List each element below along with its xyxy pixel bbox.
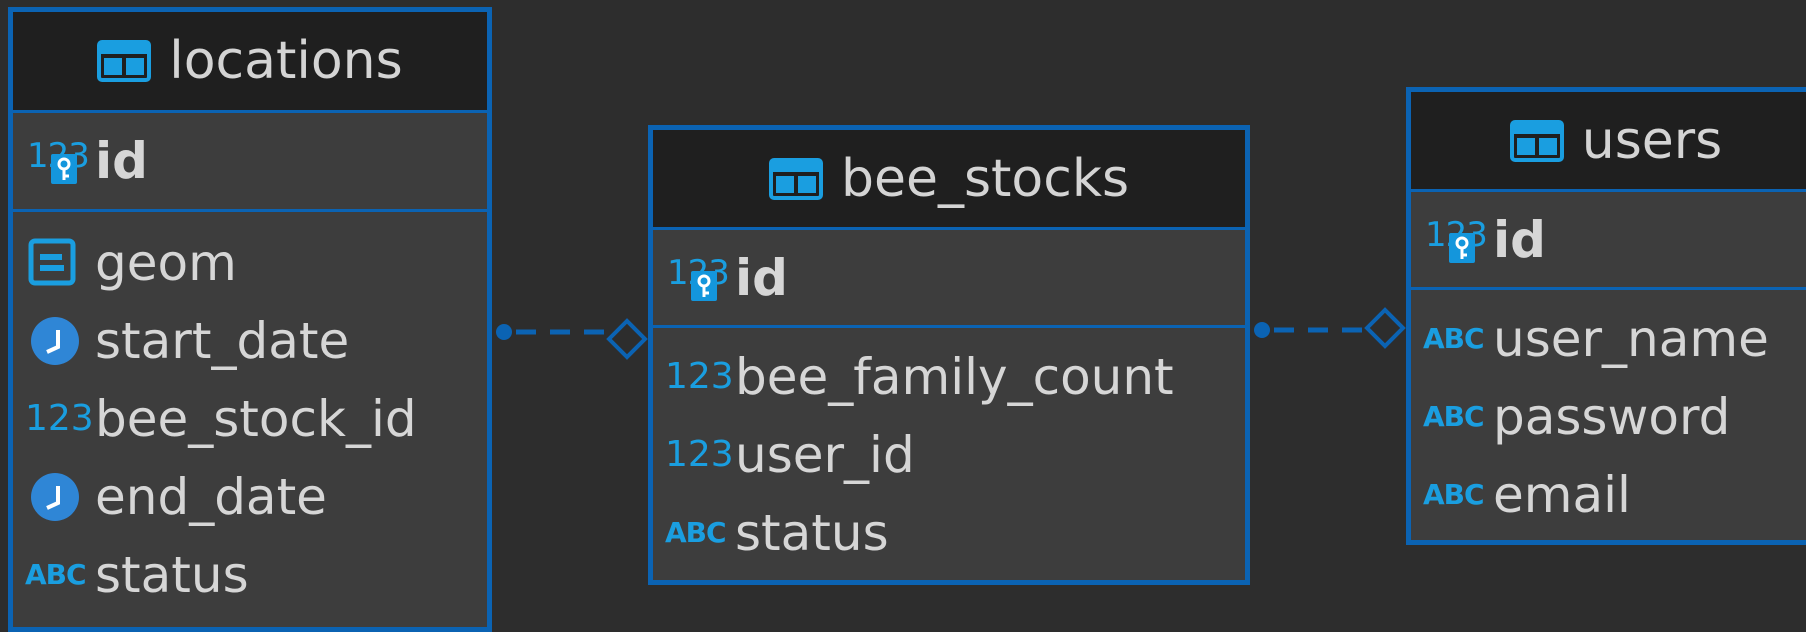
field-name: end_date — [95, 468, 327, 526]
clock-icon — [25, 316, 93, 366]
column-row[interactable]: end_date — [13, 458, 487, 536]
geometry-icon — [25, 238, 93, 288]
column-row[interactable]: 123 bee_family_count — [653, 338, 1245, 416]
column-row[interactable]: 123 bee_stock_id — [13, 380, 487, 458]
field-name: bee_stock_id — [95, 390, 417, 448]
relation-source-dot — [496, 324, 512, 340]
text-icon: ABC — [665, 516, 727, 549]
field-name: user_id — [735, 426, 915, 484]
field-name: id — [95, 132, 148, 190]
column-row[interactable]: 123 user_id — [653, 416, 1245, 494]
column-row[interactable]: ABC status — [13, 536, 487, 614]
entity-title: bee_stocks — [840, 148, 1130, 209]
field-name: start_date — [95, 312, 350, 370]
column-row[interactable]: ABC password — [1411, 378, 1806, 456]
text-icon: ABC — [1423, 478, 1485, 511]
field-name: bee_family_count — [735, 348, 1174, 406]
field-name: user_name — [1493, 310, 1769, 368]
entity-header: users — [1411, 92, 1806, 192]
field-name: status — [95, 546, 249, 604]
entity-header: locations — [13, 12, 487, 113]
field-name: id — [1493, 210, 1546, 269]
field-name: email — [1493, 466, 1631, 524]
numeric-key-icon: 123 — [665, 253, 733, 303]
text-icon: ABC — [25, 558, 87, 591]
field-name: status — [735, 504, 889, 562]
table-icon — [1509, 119, 1564, 162]
primary-key-row[interactable]: 123 id — [1411, 192, 1806, 290]
entity-header: bee_stocks — [653, 130, 1245, 230]
field-name: id — [735, 248, 788, 307]
entity-locations[interactable]: locations 123 id geom start_date 123 bee… — [8, 7, 492, 632]
column-row[interactable]: geom — [13, 224, 487, 302]
entity-title: locations — [169, 31, 403, 91]
table-icon — [768, 157, 823, 200]
column-row[interactable]: ABC user_name — [1411, 300, 1806, 378]
field-name: geom — [95, 234, 237, 292]
relation-locations-bee-stocks[interactable] — [496, 318, 648, 360]
clock-icon — [25, 472, 93, 522]
numeric-key-icon: 123 — [1423, 215, 1491, 265]
numeric-icon: 123 — [25, 398, 94, 439]
column-row[interactable]: start_date — [13, 302, 487, 380]
entity-users[interactable]: users 123 id ABC user_name ABC password … — [1406, 87, 1806, 545]
table-icon — [97, 40, 152, 82]
text-icon: ABC — [1423, 400, 1485, 433]
entity-bee-stocks[interactable]: bee_stocks 123 id 123 bee_family_count 1… — [648, 125, 1250, 585]
column-row[interactable]: ABC status — [653, 494, 1245, 572]
text-icon: ABC — [1423, 322, 1485, 355]
primary-key-row[interactable]: 123 id — [13, 113, 487, 212]
numeric-icon: 123 — [665, 356, 734, 397]
relation-bee-stocks-users[interactable] — [1254, 307, 1406, 349]
relation-target-diamond — [606, 318, 648, 360]
numeric-icon: 123 — [665, 434, 734, 475]
relation-source-dot — [1254, 322, 1270, 338]
relation-target-diamond — [1364, 307, 1406, 349]
column-row[interactable]: ABC email — [1411, 456, 1806, 534]
field-name: password — [1493, 388, 1731, 446]
primary-key-row[interactable]: 123 id — [653, 230, 1245, 328]
entity-title: users — [1581, 110, 1723, 171]
numeric-key-icon: 123 — [25, 136, 93, 186]
